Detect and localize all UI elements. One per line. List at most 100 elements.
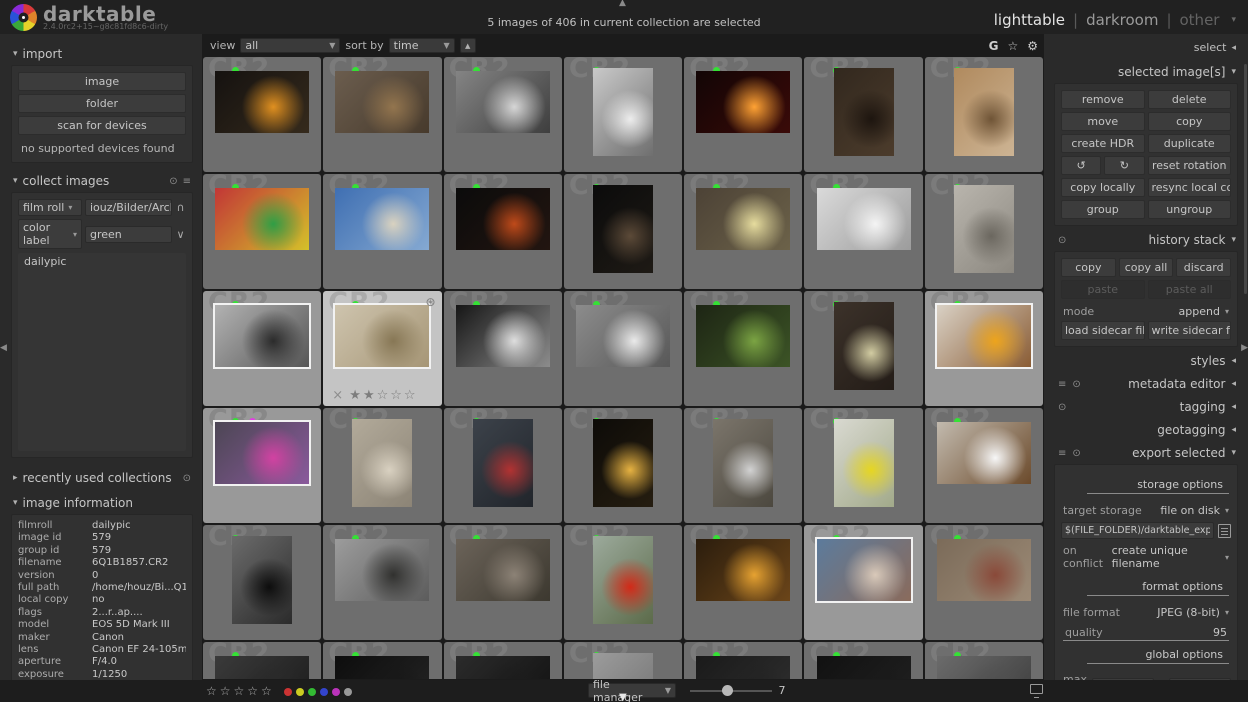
import-image-button[interactable]: image [18, 72, 186, 91]
history-paste-all-button[interactable]: paste all [1147, 280, 1231, 299]
right-panel-handle[interactable]: ▶ [1241, 343, 1248, 353]
thumbnail-cell-skateboarder-street-bw[interactable]: CR2 [203, 291, 322, 406]
color-label-dot[interactable] [320, 688, 328, 696]
view-tab-other[interactable]: other [1180, 11, 1220, 29]
color-label-dot[interactable] [332, 688, 340, 696]
left-panel-handle[interactable]: ◀ [0, 343, 7, 353]
thumbnail-cell-deer-head-closeup[interactable]: CR2 [924, 57, 1043, 172]
menu-icon[interactable]: ≡ [1058, 448, 1066, 459]
delete-button[interactable]: delete [1147, 90, 1231, 109]
zoom-slider-knob[interactable] [722, 685, 733, 696]
import-section-header[interactable]: ▾ import [11, 42, 193, 65]
thumbnail-cell-dark-thumbnail[interactable]: CR2 [323, 642, 442, 679]
file-browse-icon[interactable] [1218, 523, 1231, 538]
rotate-cw-button[interactable]: ↻ [1104, 156, 1145, 175]
section-header-metadata-editor[interactable]: ≡ ⊙ metadata editor ◂ [1054, 372, 1238, 395]
group-button[interactable]: group [1061, 200, 1145, 219]
recently-used-collections-header[interactable]: ▸ recently used collections ⊙ [11, 466, 193, 489]
history-discard-button[interactable]: discard [1176, 258, 1232, 277]
zoom-slider[interactable] [690, 685, 772, 696]
collect-field-select[interactable]: film roll ▾ [18, 199, 82, 216]
thumbnail-cell-name-badge-on-fence[interactable]: CR2 [563, 291, 683, 406]
thumbnail-cell-brick-archway-bw[interactable]: CR2 [203, 525, 322, 640]
thumbnail-cell-stone-arch-bw[interactable]: CR2 [323, 525, 442, 640]
color-label-dot[interactable] [296, 688, 304, 696]
thumbnail-cell-jeans-red-stitching[interactable]: CR2 [443, 408, 562, 523]
thumbnail-cell-hand-holding-key-bw[interactable]: CR2 [443, 57, 562, 172]
list-icon[interactable]: ≡ [1058, 379, 1066, 390]
star-filled-icon[interactable]: ★ [349, 388, 361, 403]
thumbnail-cell-cracked-concrete-wall[interactable]: CR2 [924, 174, 1043, 289]
bottom-panel-handle[interactable]: ▼ [619, 692, 627, 702]
thumbnail-cell-clay-bird-figurine[interactable]: CR2 [323, 57, 442, 172]
thumbnail-cell-gray-thumbnail[interactable]: CR2 [563, 642, 683, 679]
thumbnail-cell-willow-catkins-blue-sky[interactable]: CR2 [323, 174, 442, 289]
reset-rotation-button[interactable]: reset rotation [1147, 156, 1231, 175]
rating-stars[interactable]: ★ ★ ☆ ☆ ☆ [323, 388, 441, 403]
quality-slider[interactable]: quality 95 [1063, 624, 1229, 641]
thumbnail-cell-orange-juice-glass[interactable]: CR2 [924, 291, 1043, 406]
presets-icon[interactable]: ⊙ [1072, 448, 1080, 459]
image-information-header[interactable]: ▾ image information [11, 491, 193, 514]
thumbnail-cell-subway-platform-bw[interactable]: CR2 [443, 291, 562, 406]
presets-icon[interactable]: ⊙ [169, 176, 177, 187]
thumbnail-cell-dark-thumbnail[interactable]: CR2 [804, 642, 923, 679]
thumbnail-cell-palace-portal[interactable]: CR2 [924, 525, 1043, 640]
thumbnail-cell-dark-thumbnail[interactable]: CR2 [443, 642, 562, 679]
panel-scrollbar[interactable] [1244, 64, 1247, 294]
presets-icon[interactable]: ⊙ [1058, 235, 1066, 246]
rotate-ccw-button[interactable]: ↺ [1061, 156, 1102, 175]
select-section-header[interactable]: select ◂ [1054, 38, 1238, 60]
star-empty-icon[interactable]: ☆ [390, 388, 402, 403]
display-profile-icon[interactable] [1030, 684, 1043, 698]
export-selected-header[interactable]: ≡ ⊙ export selected ▾ [1054, 441, 1238, 464]
collect-images-section-header[interactable]: ▾ collect images ⊙ ≡ [11, 169, 193, 192]
color-label-dot[interactable] [308, 688, 316, 696]
thumbnail-cell-wild-boar-face[interactable]: CR2 [804, 57, 923, 172]
copy-button[interactable]: copy [1147, 112, 1231, 131]
file-format-value[interactable]: JPEG (8-bit) [1157, 606, 1220, 619]
move-button[interactable]: move [1061, 112, 1145, 131]
history-paste-button[interactable]: paste [1061, 280, 1145, 299]
load-sidecar-file-button[interactable]: load sidecar file [1061, 321, 1145, 340]
thumbnail-cell-building-facade-bw[interactable]: CR2 [563, 57, 683, 172]
collect-rule-value[interactable]: iouz/Bilder/Archiv/dailypic [85, 199, 172, 216]
layout-mode-select[interactable]: file manager ▼ [588, 678, 676, 702]
selected-images-header[interactable]: selected image[s] ▾ [1054, 60, 1238, 83]
section-header-styles[interactable]: styles ◂ [1054, 349, 1238, 372]
color-label-dot[interactable] [344, 688, 352, 696]
thumbnail-cell-climbing-holds-colorful[interactable]: CR2 [203, 174, 322, 289]
import-folder-button[interactable]: folder [18, 94, 186, 113]
collect-rule-option-icon[interactable]: ∨ [175, 228, 186, 241]
export-path-input[interactable] [1061, 522, 1214, 539]
thumbnail-cell-cavalier-spaniel-dog[interactable]: CR2 [924, 408, 1043, 523]
view-filter-select[interactable]: all ▼ [240, 38, 341, 53]
ungroup-button[interactable]: ungroup [1147, 200, 1231, 219]
thumbnail-cell-bathroom-sink[interactable]: CR2 [804, 174, 923, 289]
thumbnail-cell-dark-thumbnail[interactable]: CR2 [684, 642, 803, 679]
thumbnail-cell-dark-thumbnail[interactable]: CR2 [203, 642, 322, 679]
thumbnail-cell-gray-thumbnail[interactable]: CR2 [924, 642, 1043, 679]
target-storage-value[interactable]: file on disk [1160, 504, 1220, 517]
view-tab-darkroom[interactable]: darkroom [1086, 11, 1158, 29]
thumbnail-cell-seashell-in-hands[interactable]: CR2 [804, 525, 923, 640]
on-conflict-value[interactable]: create unique filename [1112, 544, 1220, 570]
thumbnail-cell-ceramic-pear-in-hand[interactable]: CR2 [804, 291, 923, 406]
preferences-gear-icon[interactable]: ⚙ [1027, 39, 1038, 53]
grouping-toggle-icon[interactable]: G [989, 39, 999, 53]
star-empty-icon[interactable]: ☆ [377, 388, 389, 403]
list-item[interactable]: dailypic [18, 253, 186, 270]
thumbnail-cell-purple-hair[interactable]: CR2 [203, 408, 322, 523]
history-mode-value[interactable]: append [1179, 305, 1220, 318]
history-stack-header[interactable]: ⊙ history stack ▾ [1054, 228, 1238, 251]
thumbnail-cell-red-tulip[interactable]: CR2 [563, 525, 683, 640]
presets-icon[interactable]: ⊙ [1072, 379, 1080, 390]
copy-locally-button[interactable]: copy locally [1061, 178, 1145, 197]
create-HDR-button[interactable]: create HDR [1061, 134, 1145, 153]
thumbnail-cell-climbing-wall-topdown[interactable]: CR2⊛×★★☆☆☆ [323, 291, 442, 406]
thumbnail-cell-crocus-flowers[interactable]: CR2 [684, 174, 803, 289]
collect-field-select[interactable]: color label ▾ [18, 219, 82, 249]
thumbnail-cell-smoking-pistol-dark[interactable]: CR2 [443, 174, 562, 289]
rating-filter-stars[interactable]: ☆☆☆☆☆ [206, 684, 275, 698]
write-sidecar-files-button[interactable]: write sidecar files [1147, 321, 1231, 340]
